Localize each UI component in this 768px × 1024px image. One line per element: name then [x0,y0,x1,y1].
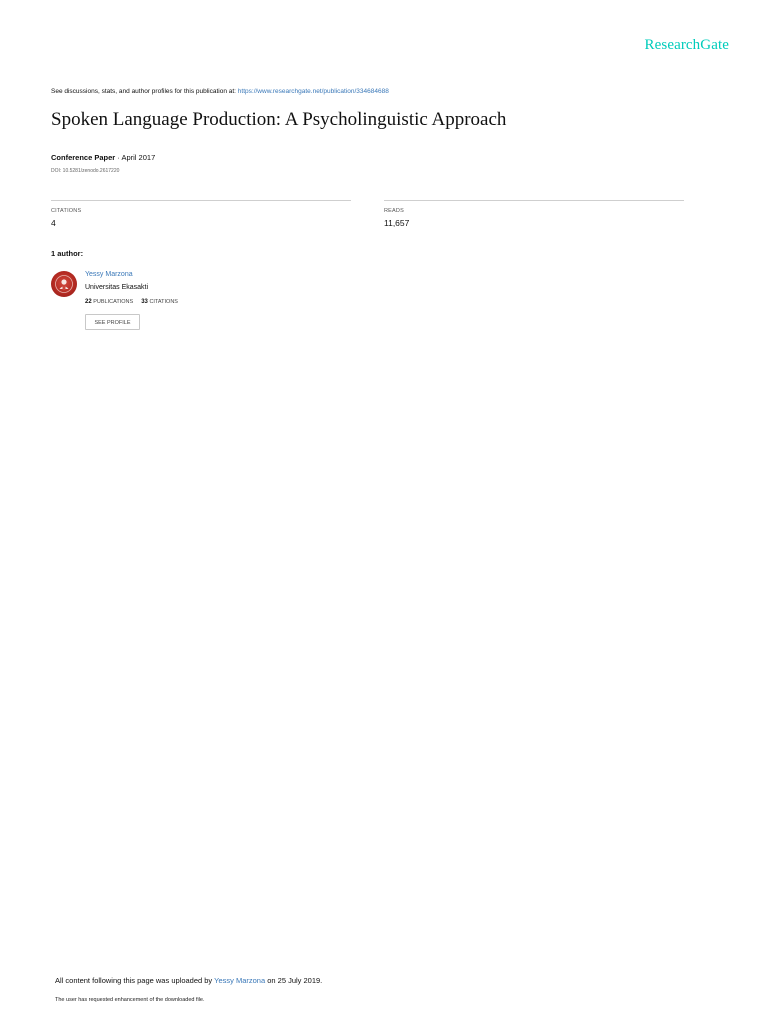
citations-stat: CITATIONS 4 [51,200,351,228]
intro-text: See discussions, stats, and author profi… [51,88,238,95]
reads-value: 11,657 [384,218,410,228]
author-citations-count: 33 [141,299,148,305]
authors-heading: 1 author: [51,249,84,258]
author-stats: 22 PUBLICATIONS 33 CITATIONS [85,299,178,305]
upload-info: All content following this page was uplo… [55,976,322,985]
upload-suffix: on 25 July 2019. [265,976,323,985]
publication-link[interactable]: https://www.researchgate.net/publication… [238,88,389,95]
researchgate-logo[interactable]: ResearchGate [645,37,729,54]
publication-doi: DOI: 10.5281/zenodo.2617220 [51,168,120,174]
author-card: Yessy Marzona Universitas Ekasakti 22 PU… [51,269,351,335]
avatar[interactable] [51,271,77,297]
author-publications-count: 22 [85,299,92,305]
enhancement-note: The user has requested enhancement of th… [55,997,205,1003]
author-publications-label: PUBLICATIONS [93,299,134,305]
publication-meta: Conference Paper · April 2017 [51,153,155,162]
publication-title: Spoken Language Production: A Psycholing… [51,109,507,130]
see-profile-button[interactable]: SEE PROFILE [85,314,140,330]
reads-label: READS [384,208,404,214]
author-citations-label: CITATIONS [149,299,178,305]
author-name[interactable]: Yessy Marzona [85,271,133,278]
citations-value: 4 [51,218,56,228]
author-institution: Universitas Ekasakti [85,284,149,291]
citations-label: CITATIONS [51,208,82,214]
university-seal-avatar-icon [55,275,73,293]
uploader-link[interactable]: Yessy Marzona [214,976,265,985]
publication-date: April 2017 [121,153,156,162]
upload-prefix: All content following this page was uplo… [55,976,215,985]
publication-type: Conference Paper [51,153,116,162]
reads-stat: READS 11,657 [384,200,684,228]
intro-line: See discussions, stats, and author profi… [51,88,389,95]
